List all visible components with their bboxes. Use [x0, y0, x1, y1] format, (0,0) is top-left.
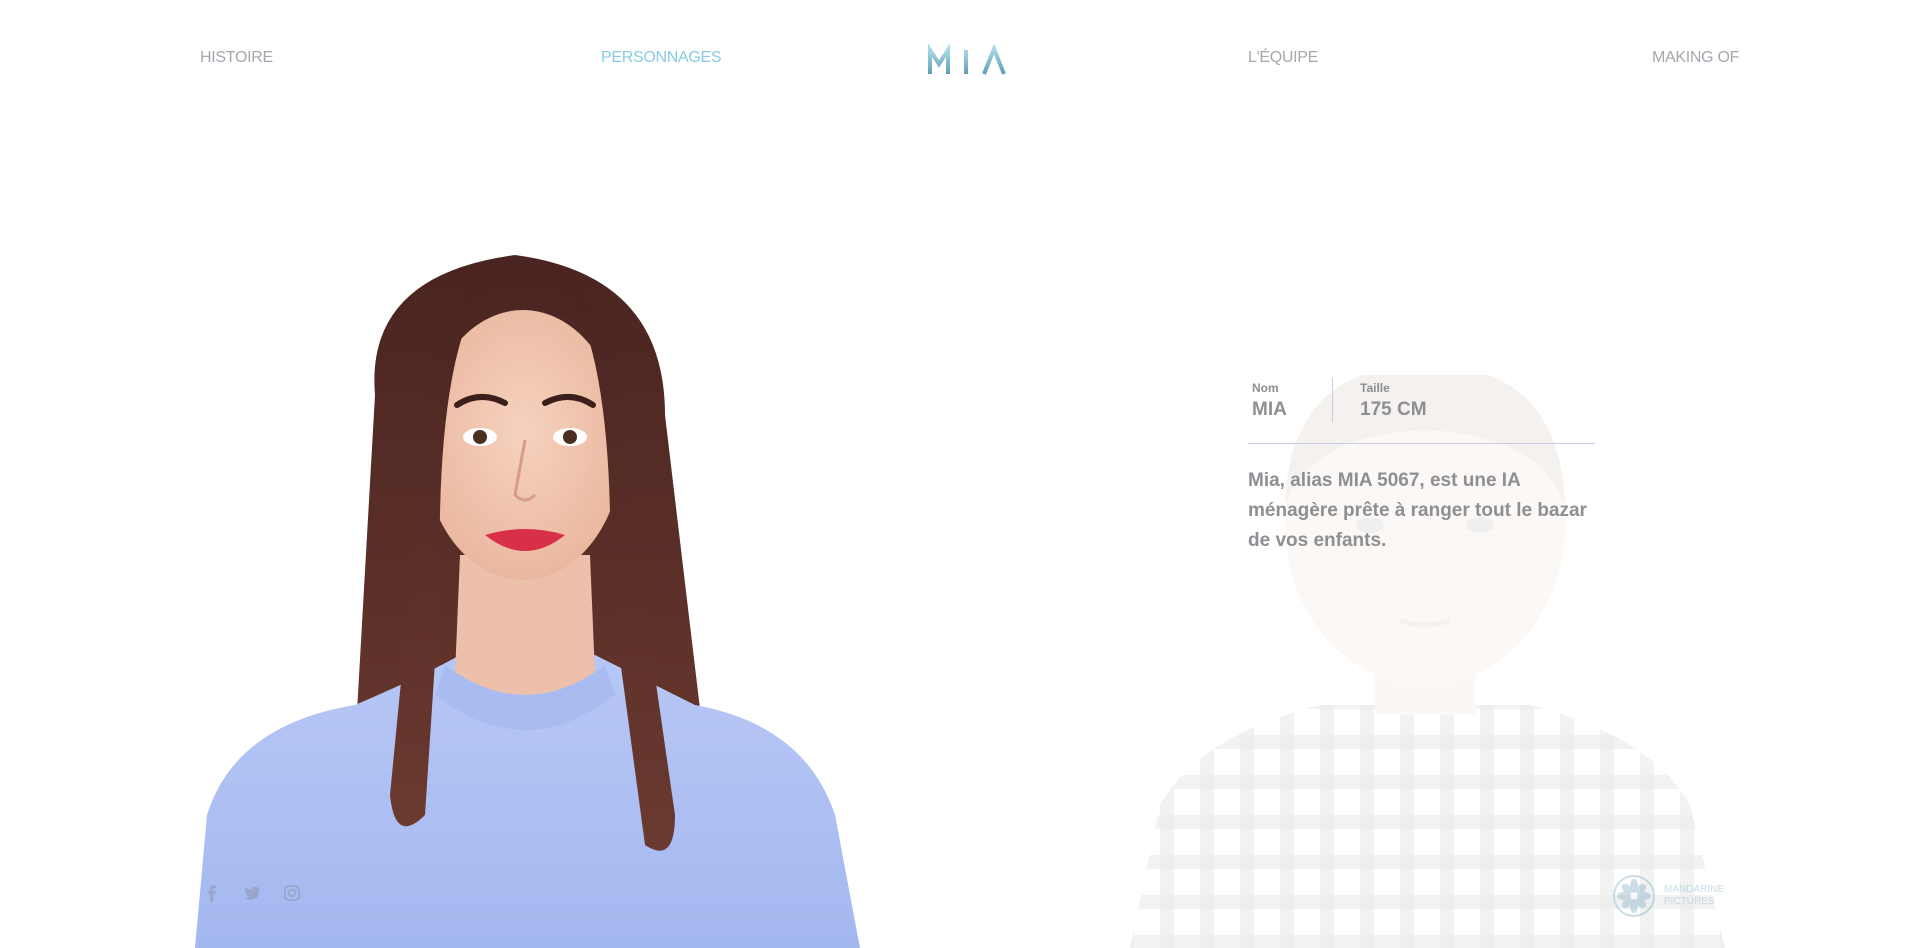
producer-name: MANDARINE PICTURES — [1664, 884, 1724, 908]
mandarine-icon — [1613, 875, 1655, 917]
nav-personnages[interactable]: PERSONNAGES — [601, 49, 722, 67]
producer-line1: MANDARINE — [1664, 884, 1725, 895]
nav-making-of[interactable]: MAKING OF — [1652, 49, 1739, 67]
character-description: Mia, alias MIA 5067, est une IA ménagère… — [1248, 470, 1587, 551]
main-nav: HISTOIRE PERSONNAGES L'ÉQUIPE MAKING OF — [0, 0, 1920, 120]
facebook-icon[interactable] — [203, 884, 221, 902]
character-stats: Nom MIA Taille 175 CM — [1248, 378, 1595, 444]
stat-height: Taille 175 CM — [1333, 378, 1431, 443]
producer-line2: PICTURES — [1664, 896, 1715, 907]
producer-logo[interactable]: MANDARINE PICTURES — [1612, 874, 1724, 918]
nav-histoire[interactable]: HISTOIRE — [200, 49, 273, 67]
instagram-icon[interactable] — [283, 884, 301, 902]
stat-height-label: Taille — [1360, 381, 1390, 395]
stat-name-value: MIA — [1252, 399, 1287, 420]
mia-character-image — [195, 255, 860, 948]
character-info-panel: Nom MIA Taille 175 CM Mia, alias MIA 506… — [1248, 378, 1595, 575]
stat-name-label: Nom — [1252, 381, 1279, 395]
stat-name: Nom MIA — [1248, 378, 1333, 422]
twitter-icon[interactable] — [243, 884, 261, 902]
stat-height-value: 175 CM — [1360, 399, 1427, 420]
social-links — [203, 884, 301, 902]
page: HISTOIRE PERSONNAGES L'ÉQUIPE MAKING OF — [0, 0, 1920, 948]
mia-logo[interactable] — [928, 44, 1008, 76]
nav-equipe[interactable]: L'ÉQUIPE — [1248, 49, 1318, 67]
